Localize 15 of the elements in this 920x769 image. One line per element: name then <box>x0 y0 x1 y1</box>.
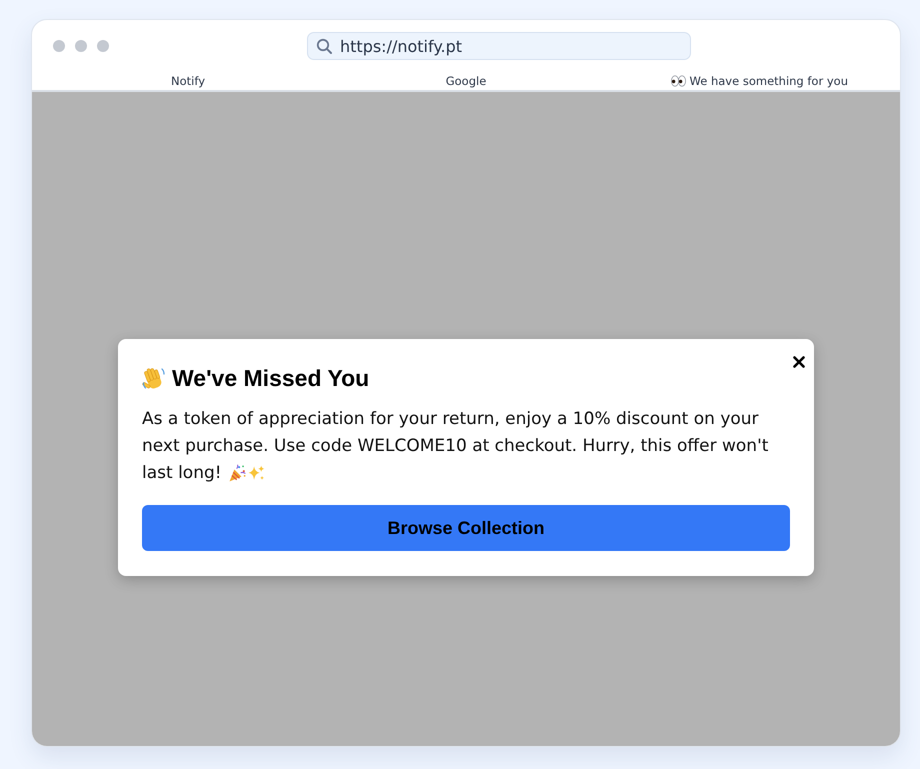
browse-collection-button[interactable]: Browse Collection <box>142 505 790 551</box>
window-dot-icon <box>75 40 87 52</box>
browser-tab[interactable]: Google <box>446 73 486 89</box>
party-popper-icon <box>228 464 247 483</box>
window-dot-icon <box>97 40 109 52</box>
browser-tab[interactable]: We have something for you <box>670 73 848 89</box>
window-dot-icon <box>53 40 65 52</box>
modal-title: We've Missed You <box>172 364 370 393</box>
close-icon <box>793 356 805 368</box>
close-button[interactable] <box>793 356 805 368</box>
browser-tab[interactable]: Notify <box>171 73 205 89</box>
address-field[interactable]: https://notify.pt <box>307 32 691 60</box>
eyes-icon <box>670 75 686 87</box>
offer-message: last long! <box>142 462 222 485</box>
waving-hand-icon <box>142 366 166 390</box>
